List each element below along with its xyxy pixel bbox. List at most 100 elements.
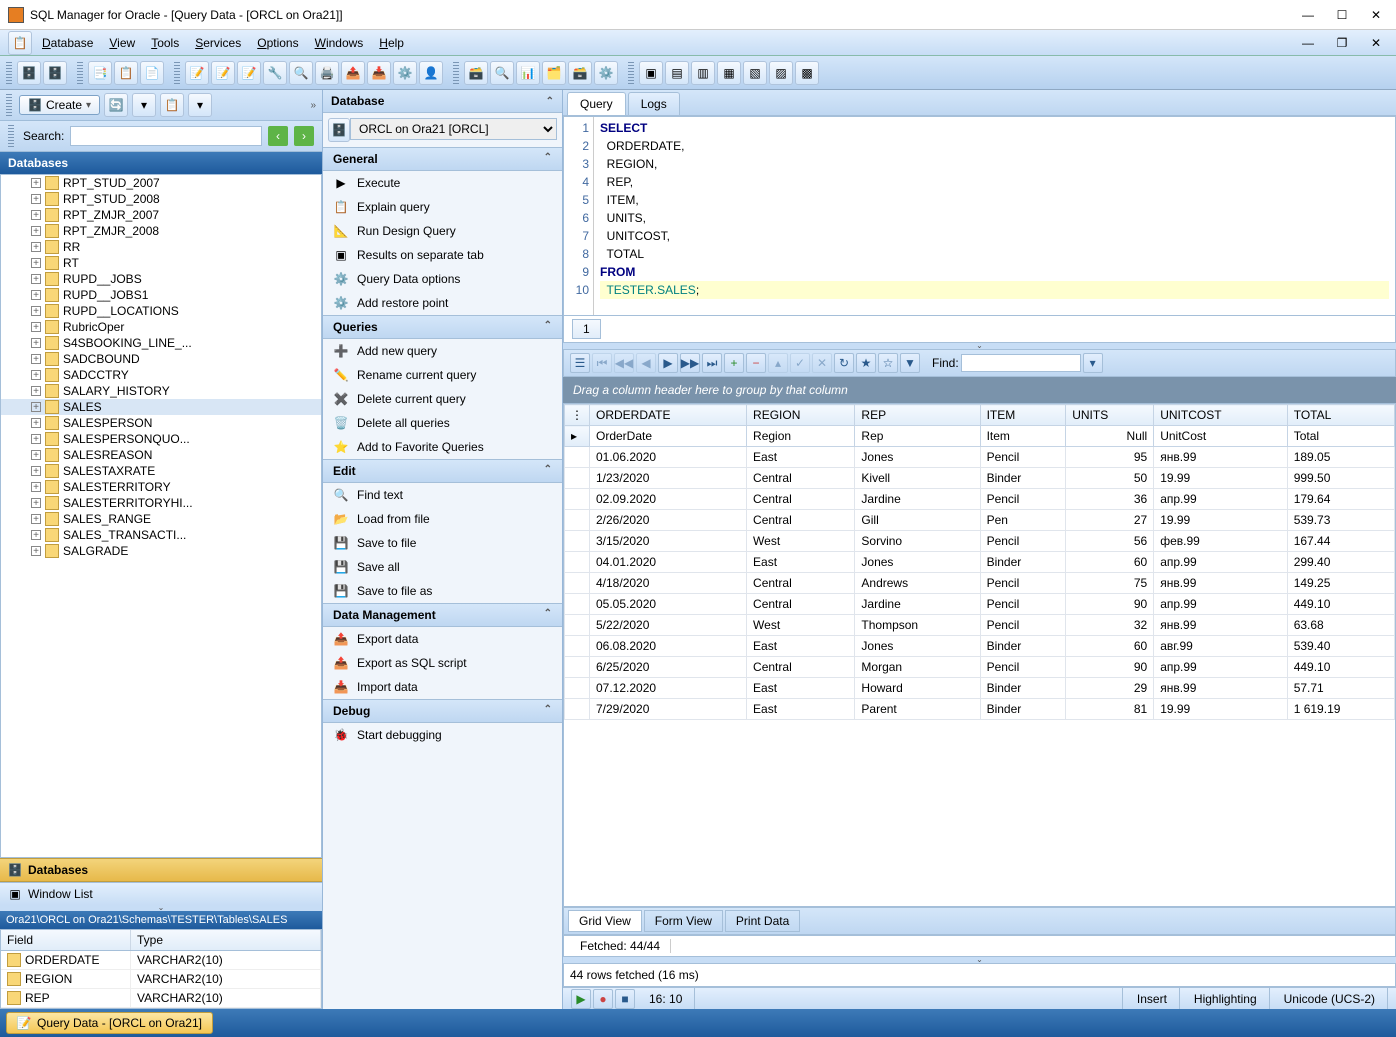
tree-item[interactable]: +SADCBOUND xyxy=(1,351,321,367)
expand-icon[interactable]: + xyxy=(31,210,41,220)
grid-cell[interactable]: Binder xyxy=(980,678,1066,699)
tree-item[interactable]: +RR xyxy=(1,239,321,255)
grid-cell[interactable]: 5/22/2020 xyxy=(590,615,747,636)
expand-icon[interactable]: + xyxy=(31,274,41,284)
menu-view[interactable]: View xyxy=(101,33,143,53)
toolbar-grip[interactable] xyxy=(174,62,180,84)
grid-cell[interactable]: 60 xyxy=(1066,636,1154,657)
grid-cell[interactable]: Jones xyxy=(855,636,980,657)
grid-cell[interactable]: Central xyxy=(747,510,855,531)
filter-button[interactable]: ▼ xyxy=(900,353,920,373)
collapse-icon[interactable]: ⌃ xyxy=(544,464,552,478)
grid-cell[interactable]: Binder xyxy=(980,699,1066,720)
tool-11-icon[interactable]: 📥 xyxy=(367,61,391,85)
refresh-icon[interactable]: 🔄 xyxy=(104,93,128,117)
tree-item[interactable]: +RPT_ZMJR_2008 xyxy=(1,223,321,239)
action-add-to-favorite-queries[interactable]: ⭐Add to Favorite Queries xyxy=(323,435,562,459)
find-dropdown-button[interactable]: ▾ xyxy=(1083,353,1103,373)
grid-header[interactable]: REGION xyxy=(747,405,855,426)
menu-services[interactable]: Services xyxy=(187,33,249,53)
grid-cell[interactable]: 3/15/2020 xyxy=(590,531,747,552)
expand-icon[interactable]: + xyxy=(31,418,41,428)
tool-18-icon[interactable]: 🗃️ xyxy=(568,61,592,85)
tree-item[interactable]: +SALESTERRITORY xyxy=(1,479,321,495)
action-export-data[interactable]: 📤Export data xyxy=(323,627,562,651)
find-input[interactable] xyxy=(961,354,1081,372)
grid-cell[interactable]: Gill xyxy=(855,510,980,531)
grid-cell[interactable]: янв.99 xyxy=(1154,615,1288,636)
grid-cell[interactable]: Pen xyxy=(980,510,1066,531)
tree-item[interactable]: +SALESPERSON xyxy=(1,415,321,431)
record-icon[interactable]: ● xyxy=(593,989,613,1009)
action-load-from-file[interactable]: 📂Load from file xyxy=(323,507,562,531)
grid-row[interactable]: 1/23/2020CentralKivellBinder5019.99999.5… xyxy=(565,468,1395,489)
menu-options[interactable]: Options xyxy=(249,33,306,53)
tool-6-icon[interactable]: 📝 xyxy=(237,61,261,85)
mdi-minimize-button[interactable]: — xyxy=(1296,34,1320,52)
goto-bookmark-button[interactable]: ☆ xyxy=(878,353,898,373)
grid-cell[interactable]: 32 xyxy=(1066,615,1154,636)
grid-cell[interactable]: 539.40 xyxy=(1287,636,1394,657)
sql-editor[interactable]: 12345678910 SELECT ORDERDATE, REGION, RE… xyxy=(563,116,1396,316)
tab-grid-view[interactable]: Grid View xyxy=(568,910,642,932)
grid-cell[interactable]: янв.99 xyxy=(1154,447,1288,468)
search-prev-button[interactable]: ‹ xyxy=(268,126,288,146)
grid-row[interactable]: 07.12.2020EastHowardBinder29янв.9957.71 xyxy=(565,678,1395,699)
toolbar-grip[interactable] xyxy=(628,62,634,84)
action-save-to-file-as[interactable]: 💾Save to file as xyxy=(323,579,562,603)
action-run-design-query[interactable]: 📐Run Design Query xyxy=(323,219,562,243)
window-7-icon[interactable]: ▩ xyxy=(795,61,819,85)
grid-cell[interactable]: апр.99 xyxy=(1154,657,1288,678)
grid-cell[interactable]: Andrews xyxy=(855,573,980,594)
grid-cell[interactable]: янв.99 xyxy=(1154,573,1288,594)
tree-item[interactable]: +RubricOper xyxy=(1,319,321,335)
grid-row[interactable]: 4/18/2020CentralAndrewsPencil75янв.99149… xyxy=(565,573,1395,594)
grid-cell[interactable]: 6/25/2020 xyxy=(590,657,747,678)
tool-12-icon[interactable]: ⚙️ xyxy=(393,61,417,85)
grid-cell[interactable]: Kivell xyxy=(855,468,980,489)
action-save-all[interactable]: 💾Save all xyxy=(323,555,562,579)
grid-cell[interactable]: 449.10 xyxy=(1287,594,1394,615)
tool-4-icon[interactable]: 📝 xyxy=(185,61,209,85)
expand-icon[interactable]: + xyxy=(31,290,41,300)
tree-item[interactable]: +SALESTERRITORYHI... xyxy=(1,495,321,511)
grid-cell[interactable]: 60 xyxy=(1066,552,1154,573)
grid-cell[interactable]: Central xyxy=(747,594,855,615)
grid-cell[interactable]: 07.12.2020 xyxy=(590,678,747,699)
tree-item[interactable]: +SALES_RANGE xyxy=(1,511,321,527)
grid-subheader[interactable]: OrderDate xyxy=(590,426,747,447)
window-tile-h-icon[interactable]: ▤ xyxy=(665,61,689,85)
grid-subheader[interactable]: Null xyxy=(1066,426,1154,447)
collapse-icon[interactable]: ⌃ xyxy=(546,96,554,107)
grid-subheader[interactable]: Total xyxy=(1287,426,1394,447)
db-add-icon[interactable]: 🗄️ xyxy=(17,61,41,85)
grid-cell[interactable]: 90 xyxy=(1066,594,1154,615)
grid-cell[interactable]: 7/29/2020 xyxy=(590,699,747,720)
grid-row[interactable]: 5/22/2020WestThompsonPencil32янв.9963.68 xyxy=(565,615,1395,636)
action-add-restore-point[interactable]: ⚙️Add restore point xyxy=(323,291,562,315)
expand-icon[interactable]: + xyxy=(31,354,41,364)
columns-icon[interactable]: ☰ xyxy=(570,353,590,373)
tool-5-icon[interactable]: 📝 xyxy=(211,61,235,85)
window-cascade-icon[interactable]: ▣ xyxy=(639,61,663,85)
grid-cell[interactable]: 04.01.2020 xyxy=(590,552,747,573)
tree-item[interactable]: +RUPD__LOCATIONS xyxy=(1,303,321,319)
dropdown-1-icon[interactable]: ▾ xyxy=(132,93,156,117)
grid-cell[interactable]: Central xyxy=(747,573,855,594)
window-4-icon[interactable]: ▦ xyxy=(717,61,741,85)
grid-cell[interactable]: 19.99 xyxy=(1154,468,1288,489)
grid-header[interactable]: UNITS xyxy=(1066,405,1154,426)
action-delete-current-query[interactable]: ✖️Delete current query xyxy=(323,387,562,411)
collapse-icon[interactable]: ⌃ xyxy=(544,608,552,622)
tool-17-icon[interactable]: 🗂️ xyxy=(542,61,566,85)
grid-cell[interactable]: Binder xyxy=(980,552,1066,573)
window-6-icon[interactable]: ▨ xyxy=(769,61,793,85)
tree-item[interactable]: +RPT_STUD_2008 xyxy=(1,191,321,207)
tool-15-icon[interactable]: 🔍 xyxy=(490,61,514,85)
grid-cell[interactable]: Jardine xyxy=(855,594,980,615)
menu-database[interactable]: Database xyxy=(34,33,101,53)
expand-icon[interactable]: + xyxy=(31,258,41,268)
grid-cell[interactable]: Pencil xyxy=(980,447,1066,468)
accordion-window-list[interactable]: ▣Window List xyxy=(0,882,322,905)
grid-row[interactable]: 06.08.2020EastJonesBinder60авг.99539.40 xyxy=(565,636,1395,657)
